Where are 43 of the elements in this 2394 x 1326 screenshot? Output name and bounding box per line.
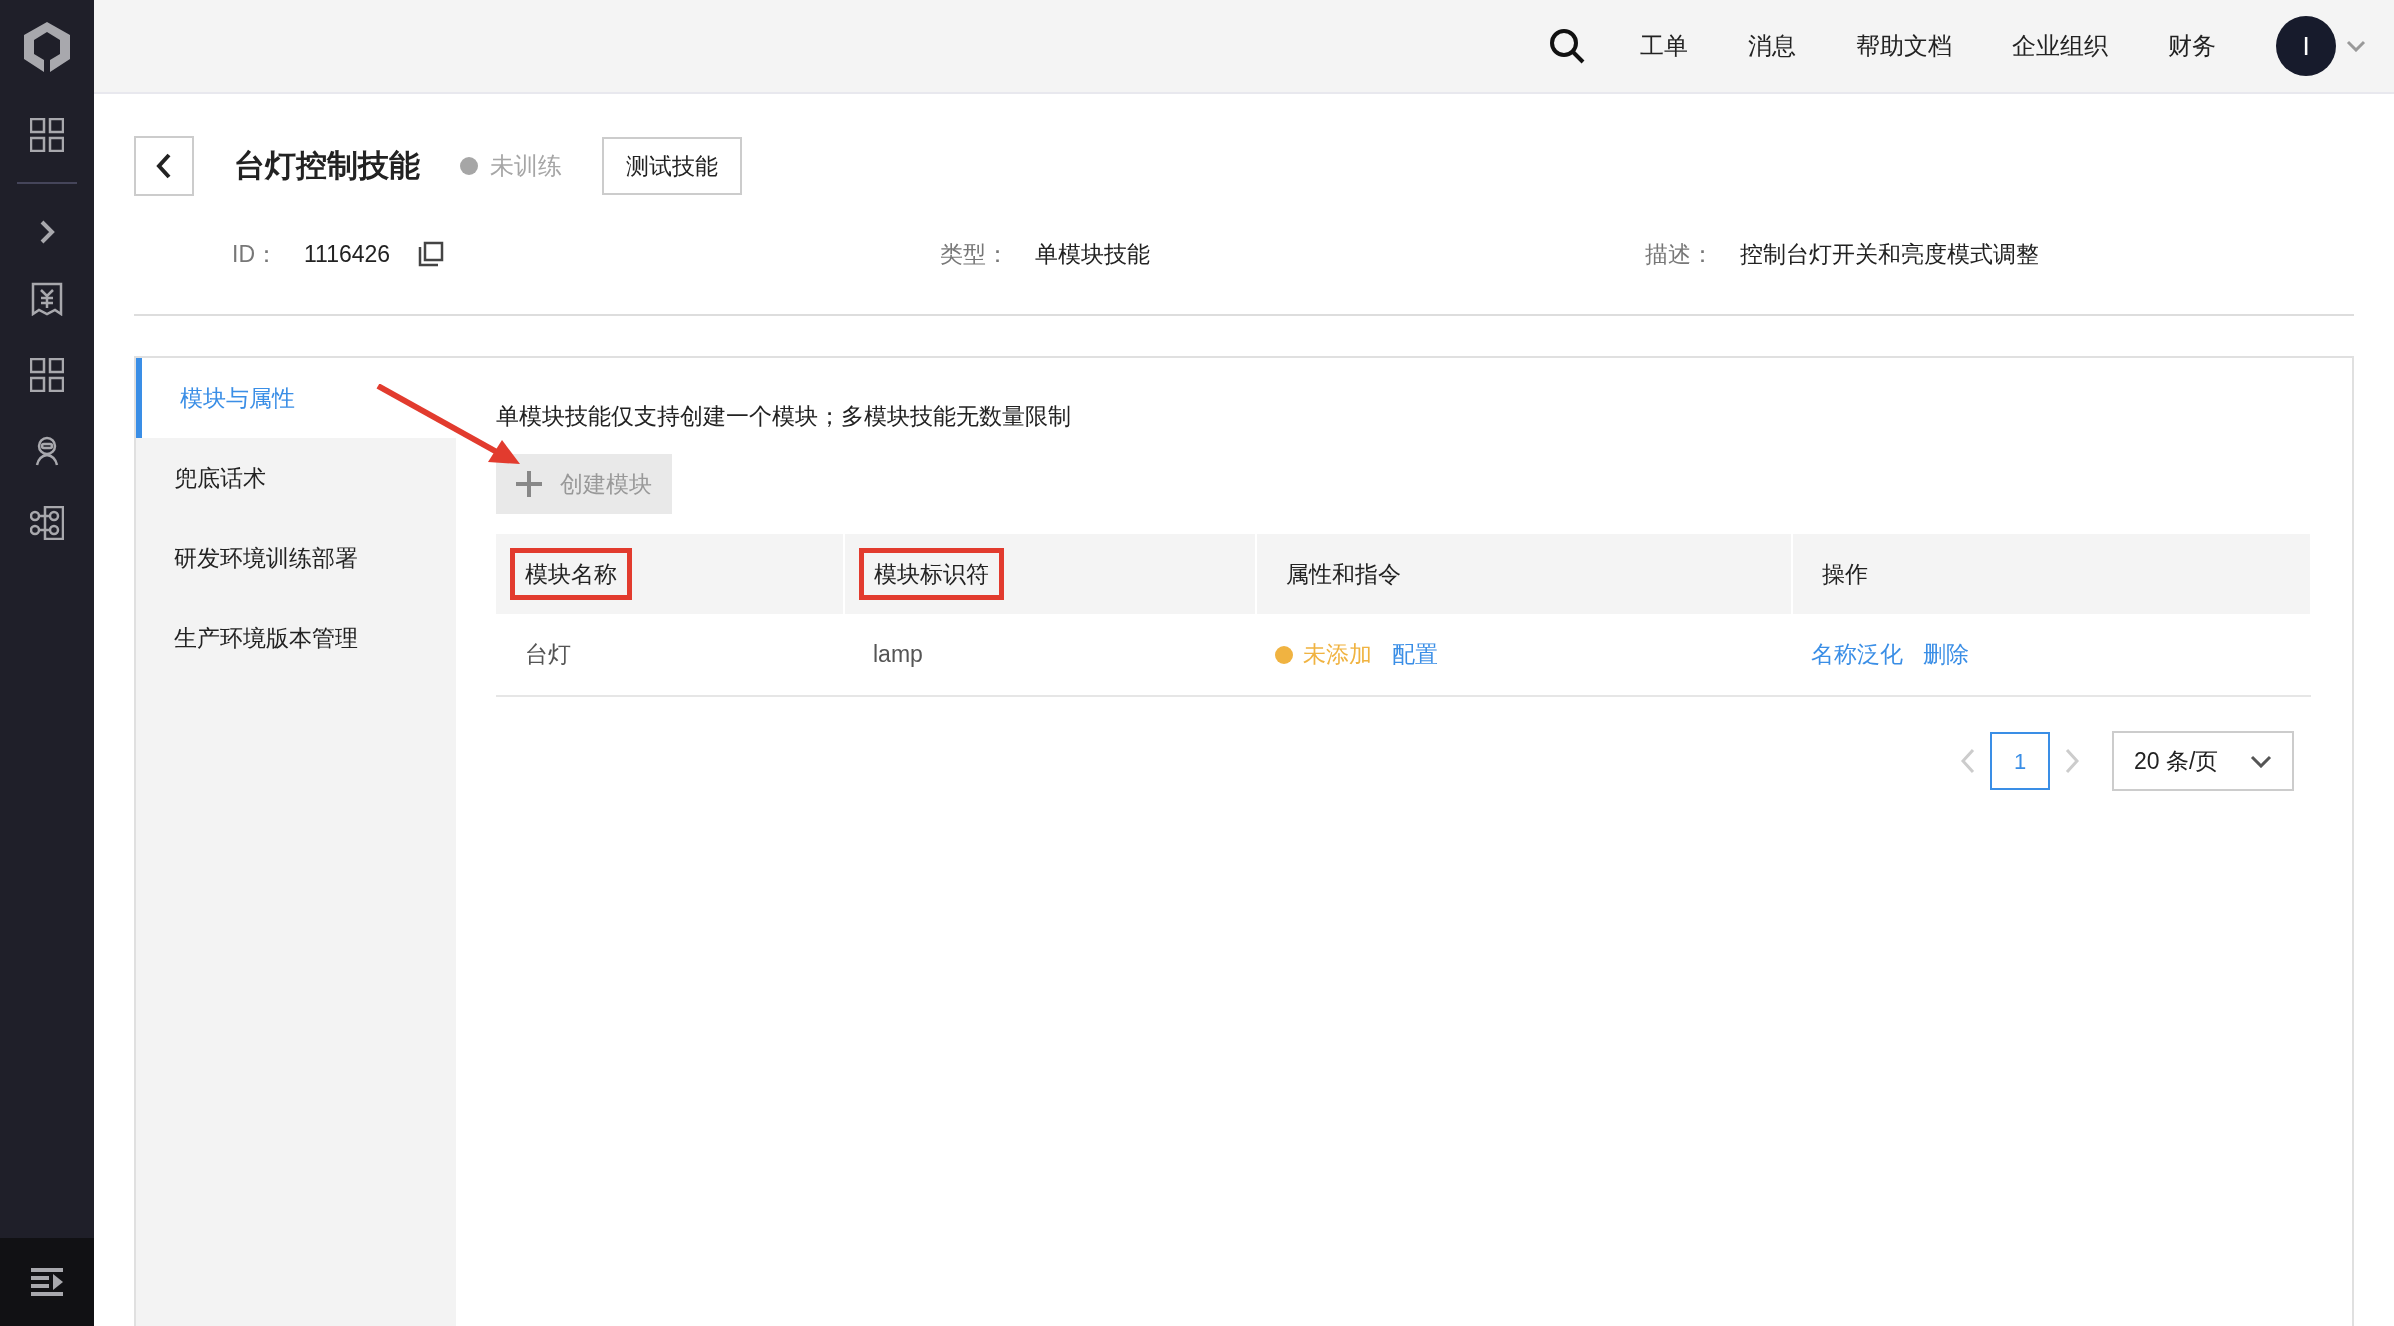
column-header: 模块标识符: [859, 547, 1004, 601]
hint-text: 单模块技能仅支持创建一个模块；多模块技能无数量限制: [496, 402, 1072, 431]
tab[interactable]: 生产环境版本管理: [136, 598, 456, 678]
robot-icon[interactable]: [35, 436, 59, 466]
status-label: 未添加: [1303, 640, 1372, 670]
tab[interactable]: 研发环境训练部署: [136, 518, 456, 598]
flow-diagram-icon[interactable]: [30, 506, 64, 540]
plus-icon: [516, 471, 542, 497]
nav-link[interactable]: 消息: [1748, 28, 1796, 64]
menu-collapse-icon[interactable]: [31, 1268, 63, 1296]
column-header: 属性和指令: [1285, 559, 1402, 589]
grid-icon[interactable]: [30, 118, 64, 152]
field-value: 单模块技能: [1035, 239, 1150, 269]
chevron-down-icon[interactable]: [2346, 40, 2366, 52]
field-label: ID：: [232, 239, 278, 269]
search-icon[interactable]: [1548, 27, 1586, 65]
page-size-select[interactable]: 20 条/页: [2112, 731, 2294, 791]
table-cell: lamp: [873, 641, 923, 668]
tab[interactable]: 兜底话术: [136, 438, 456, 518]
cube-logo-icon[interactable]: [24, 22, 70, 72]
copy-icon[interactable]: [418, 241, 445, 267]
receipt-icon[interactable]: [31, 282, 63, 316]
skill-title: 台灯控制技能: [234, 146, 420, 185]
chevron-down-icon: [2250, 754, 2272, 768]
field-value: 控制台灯开关和亮度模式调整: [1740, 239, 2039, 269]
user-avatar[interactable]: I: [2276, 16, 2336, 76]
nav-link[interactable]: 企业组织: [2012, 28, 2108, 64]
nav-link[interactable]: 帮助文档: [1856, 28, 1952, 64]
field-label: 类型：: [940, 239, 1009, 269]
column-header: 操作: [1821, 559, 1869, 589]
chevron-left-icon: [156, 153, 172, 179]
field-label: 描述：: [1645, 239, 1714, 269]
nav-link[interactable]: 工单: [1640, 28, 1688, 64]
grid-icon[interactable]: [30, 358, 64, 392]
test-skill-button[interactable]: 测试技能: [602, 137, 742, 195]
back-button[interactable]: [134, 136, 194, 196]
nav-link[interactable]: 财务: [2168, 28, 2216, 64]
field-value: 1116426: [304, 239, 391, 269]
page-size-value: 20 条/页: [2134, 746, 2219, 776]
chevron-right-icon[interactable]: [39, 220, 55, 244]
table-cell: 台灯: [525, 641, 571, 668]
status-label: 未训练: [490, 151, 562, 181]
column-header: 模块名称: [510, 547, 632, 601]
